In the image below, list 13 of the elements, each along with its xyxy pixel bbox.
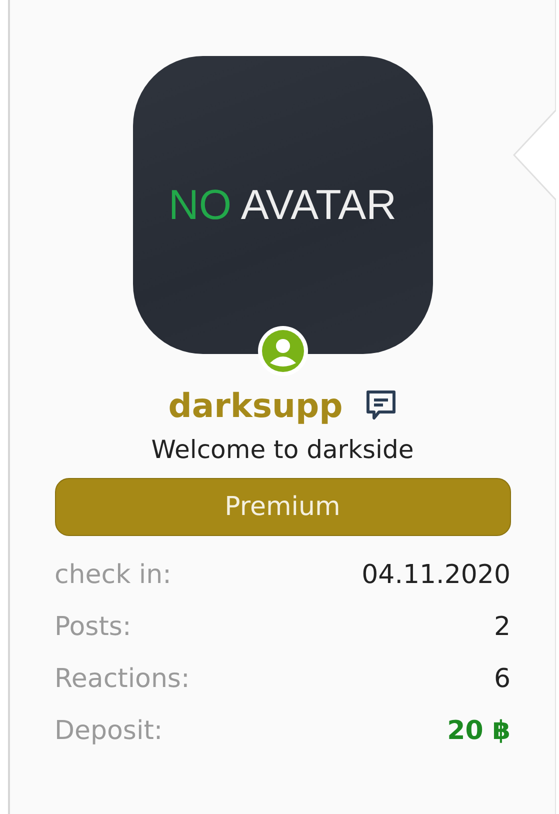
- avatar-text: NO AVATAR: [168, 181, 396, 229]
- stat-label: Deposit:: [54, 716, 163, 746]
- stat-value: 6: [494, 664, 510, 694]
- user-banner: Premium: [54, 478, 510, 536]
- stat-value: 04.11.2020: [362, 560, 510, 590]
- stat-label: Reactions:: [54, 664, 190, 694]
- stat-label: Posts:: [54, 612, 132, 642]
- avatar[interactable]: NO AVATAR: [132, 56, 432, 354]
- stat-value: 20 ฿: [447, 716, 510, 746]
- stat-value: 2: [494, 612, 510, 642]
- user-title: Welcome to darkside: [151, 435, 414, 464]
- message-icon[interactable]: [364, 388, 397, 422]
- stat-label: check in:: [54, 560, 172, 590]
